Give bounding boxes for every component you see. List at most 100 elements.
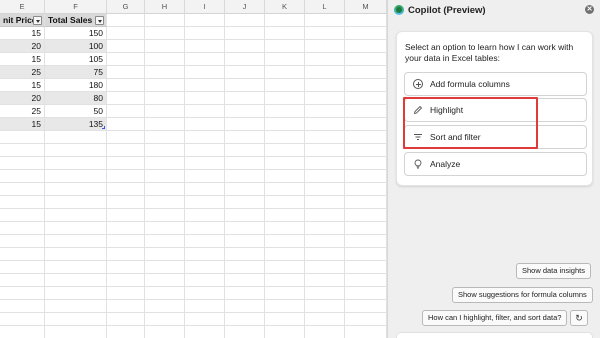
cell[interactable]: [225, 92, 265, 105]
cell[interactable]: [265, 79, 305, 92]
cell[interactable]: [45, 222, 107, 235]
cell[interactable]: [0, 209, 45, 222]
cell[interactable]: [45, 183, 107, 196]
filter-dropdown-icon[interactable]: [95, 16, 104, 25]
cell[interactable]: [0, 157, 45, 170]
cell[interactable]: [345, 144, 387, 157]
filter-dropdown-icon[interactable]: [33, 16, 42, 25]
cell[interactable]: [145, 183, 185, 196]
cell[interactable]: [225, 183, 265, 196]
cell[interactable]: [345, 261, 387, 274]
cell[interactable]: [305, 131, 345, 144]
cell[interactable]: [107, 326, 145, 338]
cell[interactable]: [145, 53, 185, 66]
column-header-h[interactable]: H: [145, 0, 185, 14]
cell[interactable]: [0, 287, 45, 300]
suggestion-show-data-insights[interactable]: Show data insights: [516, 263, 591, 279]
cell[interactable]: [225, 105, 265, 118]
cell-unit-price[interactable]: 15: [0, 79, 45, 92]
cell[interactable]: [305, 287, 345, 300]
cell[interactable]: [0, 222, 45, 235]
cell[interactable]: [225, 14, 265, 27]
cell[interactable]: [305, 196, 345, 209]
cell[interactable]: [107, 66, 145, 79]
cell[interactable]: [145, 92, 185, 105]
cell[interactable]: [0, 196, 45, 209]
cell[interactable]: [305, 27, 345, 40]
cell-unit-price[interactable]: 20: [0, 40, 45, 53]
close-icon[interactable]: ✕: [585, 5, 594, 14]
cell[interactable]: [305, 313, 345, 326]
cell[interactable]: [225, 66, 265, 79]
cell[interactable]: [107, 196, 145, 209]
cell[interactable]: [107, 261, 145, 274]
cell[interactable]: [225, 222, 265, 235]
cell[interactable]: [305, 274, 345, 287]
cell[interactable]: [345, 14, 387, 27]
cell[interactable]: [145, 66, 185, 79]
cell-unit-price[interactable]: 15: [0, 118, 45, 131]
cell[interactable]: [145, 326, 185, 338]
cell[interactable]: [265, 118, 305, 131]
cell[interactable]: [107, 27, 145, 40]
cell[interactable]: [185, 261, 225, 274]
cell[interactable]: [107, 118, 145, 131]
cell[interactable]: [265, 313, 305, 326]
cell[interactable]: [265, 196, 305, 209]
cell[interactable]: [265, 40, 305, 53]
cell[interactable]: [145, 261, 185, 274]
cell[interactable]: [107, 92, 145, 105]
cell[interactable]: [345, 196, 387, 209]
cell-total-sales[interactable]: 75: [45, 66, 107, 79]
cell[interactable]: [265, 131, 305, 144]
cell[interactable]: [185, 248, 225, 261]
cell[interactable]: [305, 222, 345, 235]
column-header-j[interactable]: J: [225, 0, 265, 14]
cell[interactable]: [345, 209, 387, 222]
cell[interactable]: [305, 118, 345, 131]
cell[interactable]: [305, 79, 345, 92]
cell[interactable]: [185, 287, 225, 300]
cell[interactable]: [345, 287, 387, 300]
cell[interactable]: [345, 66, 387, 79]
cell[interactable]: [45, 274, 107, 287]
cell[interactable]: [185, 92, 225, 105]
cell[interactable]: [45, 170, 107, 183]
cell[interactable]: [45, 287, 107, 300]
cell[interactable]: [265, 300, 305, 313]
cell[interactable]: [345, 105, 387, 118]
cell[interactable]: [225, 326, 265, 338]
cell[interactable]: [45, 209, 107, 222]
cell[interactable]: [305, 157, 345, 170]
cell[interactable]: [45, 235, 107, 248]
cell-total-sales[interactable]: 135: [45, 118, 107, 131]
cell[interactable]: [185, 222, 225, 235]
cell[interactable]: [225, 40, 265, 53]
cell[interactable]: [305, 144, 345, 157]
cell[interactable]: [0, 274, 45, 287]
cell[interactable]: [305, 53, 345, 66]
cell[interactable]: [345, 27, 387, 40]
cell[interactable]: [45, 196, 107, 209]
cell[interactable]: [0, 300, 45, 313]
cell[interactable]: [345, 92, 387, 105]
cell[interactable]: [185, 326, 225, 338]
cell[interactable]: [145, 105, 185, 118]
cell[interactable]: [345, 40, 387, 53]
cell[interactable]: [305, 66, 345, 79]
cell[interactable]: [145, 287, 185, 300]
cell[interactable]: [225, 248, 265, 261]
cell[interactable]: [305, 209, 345, 222]
cell[interactable]: [107, 183, 145, 196]
cell-unit-price[interactable]: 25: [0, 105, 45, 118]
column-header-l[interactable]: L: [305, 0, 345, 14]
cell[interactable]: [107, 287, 145, 300]
cell[interactable]: [145, 300, 185, 313]
cell[interactable]: [225, 196, 265, 209]
column-header-e[interactable]: E: [0, 0, 45, 14]
cell[interactable]: [345, 313, 387, 326]
cell[interactable]: [185, 300, 225, 313]
cell[interactable]: [225, 313, 265, 326]
cell[interactable]: [185, 40, 225, 53]
cell-unit-price[interactable]: 25: [0, 66, 45, 79]
